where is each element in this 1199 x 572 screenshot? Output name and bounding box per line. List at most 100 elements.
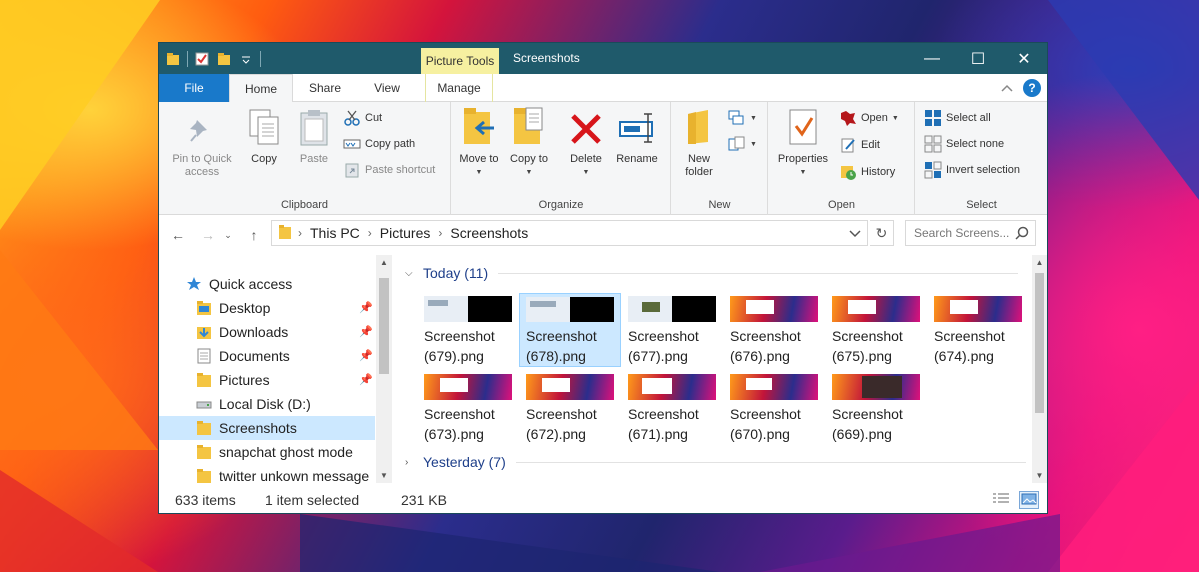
move-to-button[interactable]: Move to ▼	[458, 108, 500, 179]
status-bar: 633 items 1 item selected 231 KB	[159, 487, 1047, 513]
file-tile[interactable]: Screenshot (675).png	[825, 293, 927, 367]
search-input[interactable]: Search Screens...	[905, 220, 1036, 246]
pin-to-quick-access-button[interactable]: Pin to Quick access	[167, 108, 237, 179]
nav-quick-access[interactable]: Quick access	[185, 272, 375, 296]
file-tile[interactable]: Screenshot (672).png	[519, 371, 621, 445]
nav-desktop[interactable]: Desktop	[195, 296, 375, 320]
delete-button[interactable]: Delete ▼	[564, 108, 608, 179]
group-yesterday[interactable]: › Yesterday (7)	[405, 454, 1026, 470]
breadcrumb-this-pc[interactable]: This PC	[310, 225, 360, 241]
breadcrumb-screenshots[interactable]: Screenshots	[450, 225, 528, 241]
content-scrollbar[interactable]: ▲ ▼	[1032, 255, 1047, 483]
open-dropdown-icon: ▼	[891, 114, 899, 122]
file-tile[interactable]: Screenshot (671).png	[621, 371, 723, 445]
scroll-down-icon[interactable]: ▼	[1032, 471, 1047, 480]
select-none-label: Select none	[946, 138, 1005, 150]
forward-button[interactable]: →	[198, 225, 218, 245]
details-view-button[interactable]	[991, 491, 1011, 509]
help-icon[interactable]: ?	[1023, 79, 1041, 97]
cut-button[interactable]: Cut	[343, 108, 382, 128]
pin-icon[interactable]: 📌	[359, 301, 373, 314]
minimize-button[interactable]: —	[909, 43, 955, 74]
recent-locations-button[interactable]: ⌄	[222, 225, 234, 245]
file-name: Screenshot (669).png	[832, 406, 903, 442]
address-bar[interactable]: › This PC › Pictures › Screenshots	[271, 220, 868, 246]
edit-button[interactable]: Edit	[839, 135, 880, 155]
cut-label: Cut	[365, 112, 383, 124]
rename-button[interactable]: Rename	[612, 108, 662, 166]
move-to-icon	[462, 106, 496, 150]
file-tile[interactable]: Screenshot (678).png	[519, 293, 621, 367]
file-tile[interactable]: Screenshot (669).png	[825, 371, 927, 445]
nav-item-label: Local Disk (D:)	[219, 396, 311, 412]
new-item-button[interactable]: ▼	[728, 108, 757, 128]
close-button[interactable]: ✕	[1001, 43, 1047, 74]
file-tile[interactable]: Screenshot (679).png	[417, 293, 519, 367]
properties-button[interactable]: Properties ▼	[775, 108, 831, 179]
select-group-label: Select	[966, 199, 997, 211]
scroll-up-icon[interactable]: ▲	[1032, 258, 1047, 267]
nav-snapchat-ghost-mode[interactable]: snapchat ghost mode	[195, 440, 375, 464]
invert-selection-button[interactable]: Invert selection	[924, 160, 1020, 180]
select-none-button[interactable]: Select none	[924, 134, 1004, 154]
new-item-dropdown-icon: ▼	[750, 114, 757, 122]
nav-local-disk-d[interactable]: Local Disk (D:)	[195, 392, 375, 416]
file-tile[interactable]: Screenshot (674).png	[927, 293, 1029, 367]
new-folder-button[interactable]: New folder	[678, 108, 720, 179]
nav-downloads[interactable]: Downloads	[195, 320, 375, 344]
address-dropdown-icon[interactable]	[849, 226, 861, 242]
select-all-button[interactable]: Select all	[924, 108, 991, 128]
navigation-pane: Quick access Desktop 📌 Downloads 📌 Docum…	[159, 255, 392, 484]
scroll-up-icon[interactable]: ▲	[376, 258, 392, 267]
view-switcher	[991, 491, 1039, 509]
nav-twitter-unkown-message[interactable]: twitter unkown message	[195, 464, 375, 488]
pin-icon[interactable]: 📌	[359, 349, 373, 362]
tab-file[interactable]: File	[159, 74, 229, 102]
nav-screenshots[interactable]: Screenshots	[159, 416, 375, 440]
refresh-button[interactable]: ↻	[870, 220, 894, 246]
maximize-button[interactable]: ☐	[955, 43, 1001, 74]
file-tile[interactable]: Screenshot (677).png	[621, 293, 723, 367]
group-today[interactable]: ⌵ Today (11)	[405, 265, 1019, 281]
back-button[interactable]: ←	[168, 225, 188, 245]
large-icons-view-button[interactable]	[1019, 491, 1039, 509]
scroll-thumb[interactable]	[1035, 273, 1044, 413]
open-group-label: Open	[828, 199, 855, 211]
folder-icon[interactable]	[165, 51, 181, 67]
tab-home[interactable]: Home	[229, 74, 293, 103]
group-header-label: Today (11)	[423, 265, 489, 281]
edit-icon	[839, 136, 857, 154]
scroll-down-icon[interactable]: ▼	[376, 471, 392, 480]
customize-qat-icon[interactable]	[238, 51, 254, 67]
pin-icon[interactable]: 📌	[359, 373, 373, 386]
paste-button[interactable]: Paste	[291, 108, 337, 166]
paste-shortcut-button[interactable]: Paste shortcut	[343, 160, 435, 180]
delete-icon	[569, 112, 603, 150]
breadcrumb-pictures[interactable]: Pictures	[380, 225, 431, 241]
easy-access-button[interactable]: ▼	[728, 134, 757, 154]
file-tile[interactable]: Screenshot (673).png	[417, 371, 519, 445]
arrow-left-icon: ←	[171, 227, 185, 243]
select-all-icon	[924, 109, 942, 127]
tab-share[interactable]: Share	[299, 74, 351, 102]
tab-manage[interactable]: Manage	[425, 74, 493, 102]
up-button[interactable]: ↑	[244, 225, 264, 245]
new-group: New folder ▼ ▼ New	[672, 102, 768, 215]
copy-button[interactable]: Copy	[241, 108, 287, 166]
file-tile[interactable]: Screenshot (676).png	[723, 293, 825, 367]
minimize-ribbon-icon[interactable]	[1001, 81, 1013, 95]
copy-path-button[interactable]: Copy path	[343, 134, 415, 154]
nav-documents[interactable]: Documents	[195, 344, 375, 368]
history-button[interactable]: History	[839, 162, 895, 182]
properties-icon[interactable]	[194, 51, 210, 67]
file-tile[interactable]: Screenshot (670).png	[723, 371, 825, 445]
pin-icon[interactable]: 📌	[359, 325, 373, 338]
nav-pictures[interactable]: Pictures	[195, 368, 375, 392]
navigation-scrollbar[interactable]: ▲ ▼	[376, 255, 392, 483]
copy-to-button[interactable]: Copy to ▼	[508, 107, 550, 179]
thumbnail	[424, 374, 512, 400]
open-button[interactable]: Open ▼	[839, 108, 899, 128]
tab-view[interactable]: View	[363, 74, 411, 102]
new-folder-icon[interactable]	[216, 51, 232, 67]
scroll-thumb[interactable]	[379, 278, 389, 374]
